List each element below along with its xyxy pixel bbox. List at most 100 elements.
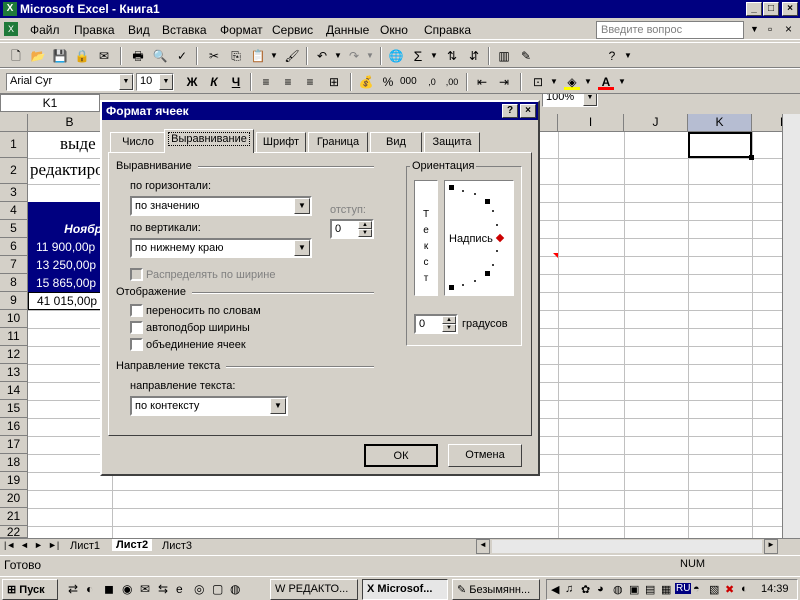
- paste-dropdown-icon[interactable]: ▼: [266, 48, 282, 64]
- menu-format[interactable]: Формат: [220, 23, 263, 37]
- prev-sheet-icon[interactable]: ◄: [20, 540, 29, 550]
- font-color-dropdown-icon[interactable]: ▼: [614, 74, 630, 90]
- wrap-text-checkbox[interactable]: [130, 304, 143, 317]
- spelling-icon[interactable]: ✓: [174, 48, 190, 64]
- close-workbook-icon[interactable]: ×: [785, 22, 792, 36]
- indent-up-icon[interactable]: ▲: [358, 221, 372, 229]
- next-sheet-icon[interactable]: ►: [34, 540, 43, 550]
- row-header-11[interactable]: 11: [0, 328, 28, 346]
- row-header-21[interactable]: 21: [0, 508, 28, 526]
- currency-icon[interactable]: 💰: [358, 74, 374, 90]
- workbook-icon[interactable]: X: [4, 22, 18, 36]
- close-button[interactable]: ×: [782, 2, 798, 16]
- save-icon[interactable]: 💾: [52, 48, 68, 64]
- hscroll-track[interactable]: [492, 540, 762, 553]
- cell-b7[interactable]: 13 250,00р: [28, 256, 102, 274]
- hscroll-right-icon[interactable]: ►: [764, 539, 778, 554]
- cell-b2[interactable]: редактиро: [30, 160, 104, 180]
- vertical-dropdown[interactable]: по нижнему краю ▼: [130, 238, 312, 258]
- copy-icon[interactable]: ⎘: [228, 48, 244, 64]
- tab-alignment[interactable]: Выравнивание: [164, 129, 254, 153]
- excel-app-icon[interactable]: X: [3, 2, 17, 16]
- menu-insert[interactable]: Вставка: [162, 23, 207, 37]
- quicklaunch-icon-8[interactable]: ◎: [194, 582, 204, 596]
- format-painter-icon[interactable]: 🖌: [284, 48, 300, 64]
- quicklaunch-icon-7[interactable]: e: [176, 582, 183, 596]
- row-header-1[interactable]: 1: [0, 132, 28, 158]
- tab-protection[interactable]: Защита: [424, 132, 480, 152]
- hyperlink-icon[interactable]: 🌐: [388, 48, 404, 64]
- tray-icon-8[interactable]: ▦: [661, 583, 671, 596]
- dialog-close-button[interactable]: ×: [520, 104, 536, 118]
- tab-font[interactable]: Шрифт: [256, 132, 306, 152]
- fill-handle[interactable]: [749, 155, 754, 160]
- row-header-19[interactable]: 19: [0, 472, 28, 490]
- cancel-button[interactable]: Отмена: [448, 444, 522, 467]
- italic-button[interactable]: К: [206, 74, 222, 90]
- cell-b1[interactable]: выде: [60, 134, 96, 154]
- vertical-dropdown-icon[interactable]: ▼: [294, 240, 310, 256]
- permission-icon[interactable]: 🔒: [74, 48, 90, 64]
- task-paint[interactable]: ✎ Безымянн...: [452, 579, 540, 600]
- sort-descending-icon[interactable]: ⇵: [466, 48, 482, 64]
- help-dropdown-icon[interactable]: ▼: [620, 48, 636, 64]
- cut-icon[interactable]: ✂: [206, 48, 222, 64]
- tray-icon-4[interactable]: ◕: [597, 583, 604, 595]
- undo-icon[interactable]: ↶: [314, 48, 330, 64]
- row-header-13[interactable]: 13: [0, 364, 28, 382]
- tray-icon-7[interactable]: ▤: [645, 583, 655, 596]
- merge-center-icon[interactable]: ⊞: [326, 74, 342, 90]
- increase-decimal-icon[interactable]: ,0: [424, 74, 440, 90]
- decrease-decimal-icon[interactable]: ,00: [444, 74, 460, 90]
- print-icon[interactable]: 🖶: [130, 48, 146, 64]
- tab-number[interactable]: Число: [110, 132, 166, 152]
- orientation-dial[interactable]: Надпись: [444, 180, 514, 296]
- task-word[interactable]: W РЕДАКТО...: [270, 579, 358, 600]
- sheet-tab-2[interactable]: Лист2: [112, 539, 153, 551]
- cell-b8[interactable]: 15 865,00р: [28, 274, 102, 292]
- chart-wizard-icon[interactable]: ▥: [496, 48, 512, 64]
- ask-question-input[interactable]: Введите вопрос: [596, 21, 744, 39]
- quicklaunch-icon-3[interactable]: ◼: [104, 582, 114, 596]
- column-header-k[interactable]: K: [688, 114, 752, 132]
- quicklaunch-icon-6[interactable]: ⇆: [158, 582, 168, 596]
- menu-file[interactable]: Файл: [30, 23, 60, 37]
- row-header-2[interactable]: 2: [0, 158, 28, 184]
- redo-dropdown-icon[interactable]: ▼: [362, 48, 378, 64]
- indent-down-icon[interactable]: ▼: [358, 229, 372, 237]
- cell-b4[interactable]: [28, 202, 102, 220]
- decrease-indent-icon[interactable]: ⇤: [474, 74, 490, 90]
- ask-dropdown-icon[interactable]: ▼: [750, 24, 759, 34]
- clock[interactable]: 14:39: [761, 583, 789, 595]
- help-icon[interactable]: ?: [604, 48, 620, 64]
- ok-button[interactable]: ОК: [364, 444, 438, 467]
- underline-button[interactable]: Ч: [228, 74, 244, 90]
- email-icon[interactable]: ✉: [96, 48, 112, 64]
- quicklaunch-icon-2[interactable]: ◐: [86, 582, 93, 596]
- autosum-dropdown-icon[interactable]: ▼: [426, 48, 442, 64]
- cell-b6[interactable]: 11 900,00р: [28, 238, 102, 256]
- font-size-dropdown-icon[interactable]: ▼: [159, 74, 173, 90]
- undo-dropdown-icon[interactable]: ▼: [330, 48, 346, 64]
- quicklaunch-icon-10[interactable]: ◍: [230, 582, 240, 596]
- quicklaunch-icon-9[interactable]: ▢: [212, 582, 223, 596]
- row-header-16[interactable]: 16: [0, 418, 28, 436]
- percent-icon[interactable]: %: [380, 74, 396, 90]
- borders-icon[interactable]: ⊡: [530, 74, 546, 90]
- row-header-18[interactable]: 18: [0, 454, 28, 472]
- column-header-j[interactable]: J: [624, 114, 688, 132]
- cell-b5[interactable]: Ноябр: [28, 220, 102, 238]
- row-header-10[interactable]: 10: [0, 310, 28, 328]
- row-header-22[interactable]: 22: [0, 526, 28, 538]
- row-header-17[interactable]: 17: [0, 436, 28, 454]
- language-indicator[interactable]: RU: [675, 583, 692, 594]
- horizontal-dropdown[interactable]: по значению ▼: [130, 196, 312, 216]
- shrink-to-fit-checkbox[interactable]: [130, 321, 143, 334]
- fill-color-dropdown-icon[interactable]: ▼: [580, 74, 596, 90]
- hscroll-left-icon[interactable]: ◄: [476, 539, 490, 554]
- font-dropdown-icon[interactable]: ▼: [119, 74, 133, 90]
- align-right-icon[interactable]: ≡: [302, 74, 318, 90]
- menu-view[interactable]: Вид: [128, 23, 150, 37]
- row-header-9[interactable]: 9: [0, 292, 28, 310]
- row-header-8[interactable]: 8: [0, 274, 28, 292]
